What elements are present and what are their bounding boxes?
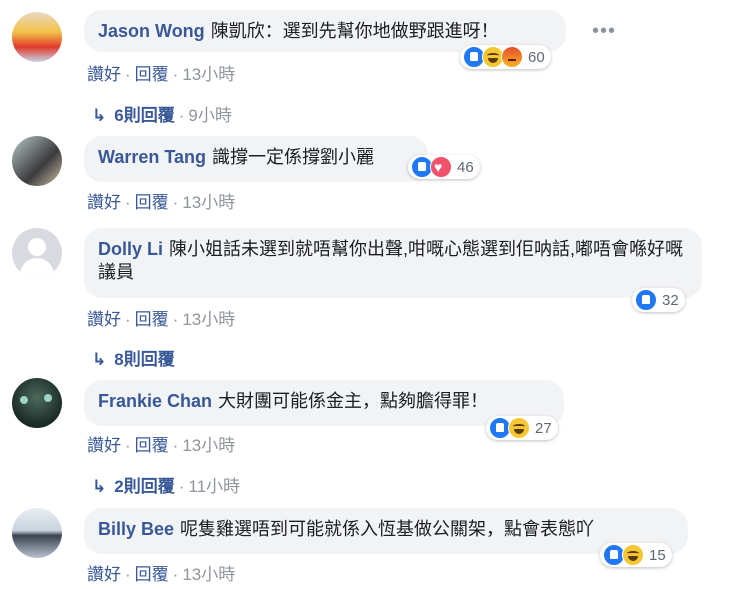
view-replies-link[interactable]: ↳ 2則回覆 · 11小時 (92, 472, 240, 497)
reaction-count: 60 (528, 48, 545, 66)
commenter-name[interactable]: Frankie Chan (98, 391, 212, 411)
like-link[interactable]: 讚好 (87, 565, 121, 584)
commenter-name[interactable]: Billy Bee (98, 519, 174, 539)
reply-link[interactable]: 回覆 (135, 565, 169, 584)
reply-link[interactable]: 回覆 (135, 310, 169, 329)
reaction-summary[interactable]: 15 (600, 543, 672, 567)
commenter-name[interactable]: Jason Wong (98, 21, 205, 41)
reply-link[interactable]: 回覆 (135, 65, 169, 84)
comment-actions: 讚好 · 回覆 · 13小時 (87, 310, 236, 329)
comment-bubble: Dolly Li 陳小姐話未選到就唔幫你出聲,咁嘅心態選到佢呐話,嘟唔會喺好嘅議員 (84, 228, 702, 298)
comment-text: 陳小姐話未選到就唔幫你出聲,咁嘅心態選到佢呐話,嘟唔會喺好嘅議員 (98, 239, 684, 282)
reply-link[interactable]: 回覆 (135, 193, 169, 212)
comment-actions: 讚好 · 回覆 · 13小時 (87, 565, 236, 584)
comment-bubble: Billy Bee 呢隻雞選唔到可能就係入恆基做公關架，點會表態吖 (84, 508, 688, 554)
replies-time: 9小時 (188, 106, 232, 125)
avatar[interactable] (12, 508, 62, 558)
comment-actions: 讚好 · 回覆 · 13小時 (87, 436, 236, 455)
commenter-name[interactable]: Dolly Li (98, 239, 163, 259)
timestamp[interactable]: 13小時 (182, 65, 235, 84)
reply-arrow-icon: ↳ (92, 477, 107, 496)
reaction-summary[interactable]: 46 (408, 155, 480, 179)
like-reaction-icon (635, 289, 657, 311)
reply-arrow-icon: ↳ (92, 106, 107, 125)
timestamp[interactable]: 13小時 (182, 193, 235, 212)
reaction-count: 15 (649, 546, 666, 564)
timestamp[interactable]: 13小時 (182, 565, 235, 584)
like-link[interactable]: 讚好 (87, 310, 121, 329)
comment-actions: 讚好 · 回覆 · 13小時 (87, 65, 236, 84)
comment-text: 識撐一定係撐劉小麗 (212, 147, 375, 167)
reaction-summary[interactable]: 60 (460, 45, 551, 69)
timestamp[interactable]: 13小時 (182, 310, 235, 329)
reply-arrow-icon: ↳ (92, 350, 107, 369)
comment-text: 呢隻雞選唔到可能就係入恆基做公關架，點會表態吖 (180, 519, 595, 539)
love-reaction-icon (430, 156, 452, 178)
comment-text: 陳凱欣：選到先幫你地做野跟進呀！ (210, 21, 499, 41)
replies-count[interactable]: 6則回覆 (114, 106, 174, 125)
haha-reaction-icon (508, 417, 530, 439)
comment-bubble: Warren Tang 識撐一定係撐劉小麗 (84, 136, 428, 182)
replies-count[interactable]: 2則回覆 (114, 477, 174, 496)
reaction-count: 32 (662, 291, 679, 309)
commenter-name[interactable]: Warren Tang (98, 147, 206, 167)
avatar[interactable] (12, 12, 62, 62)
reaction-summary[interactable]: 32 (632, 288, 685, 312)
comment-actions: 讚好 · 回覆 · 13小時 (87, 193, 236, 212)
replies-count[interactable]: 8則回覆 (114, 350, 174, 369)
avatar[interactable] (12, 228, 62, 278)
like-link[interactable]: 讚好 (87, 436, 121, 455)
reaction-count: 46 (457, 158, 474, 176)
like-link[interactable]: 讚好 (87, 193, 121, 212)
like-link[interactable]: 讚好 (87, 65, 121, 84)
reaction-summary[interactable]: 27 (486, 416, 558, 440)
timestamp[interactable]: 13小時 (182, 436, 235, 455)
replies-time: 11小時 (188, 477, 241, 496)
view-replies-link[interactable]: ↳ 8則回覆 (92, 345, 175, 370)
reply-link[interactable]: 回覆 (135, 436, 169, 455)
avatar[interactable] (12, 136, 62, 186)
more-options-icon[interactable]: ••• (592, 20, 616, 43)
avatar[interactable] (12, 378, 62, 428)
angry-reaction-icon (501, 46, 523, 68)
reaction-count: 27 (535, 419, 552, 437)
comment-text: 大財團可能係金主，點夠膽得罪！ (218, 391, 489, 411)
view-replies-link[interactable]: ↳ 6則回覆 · 9小時 (92, 101, 232, 126)
haha-reaction-icon (622, 544, 644, 566)
